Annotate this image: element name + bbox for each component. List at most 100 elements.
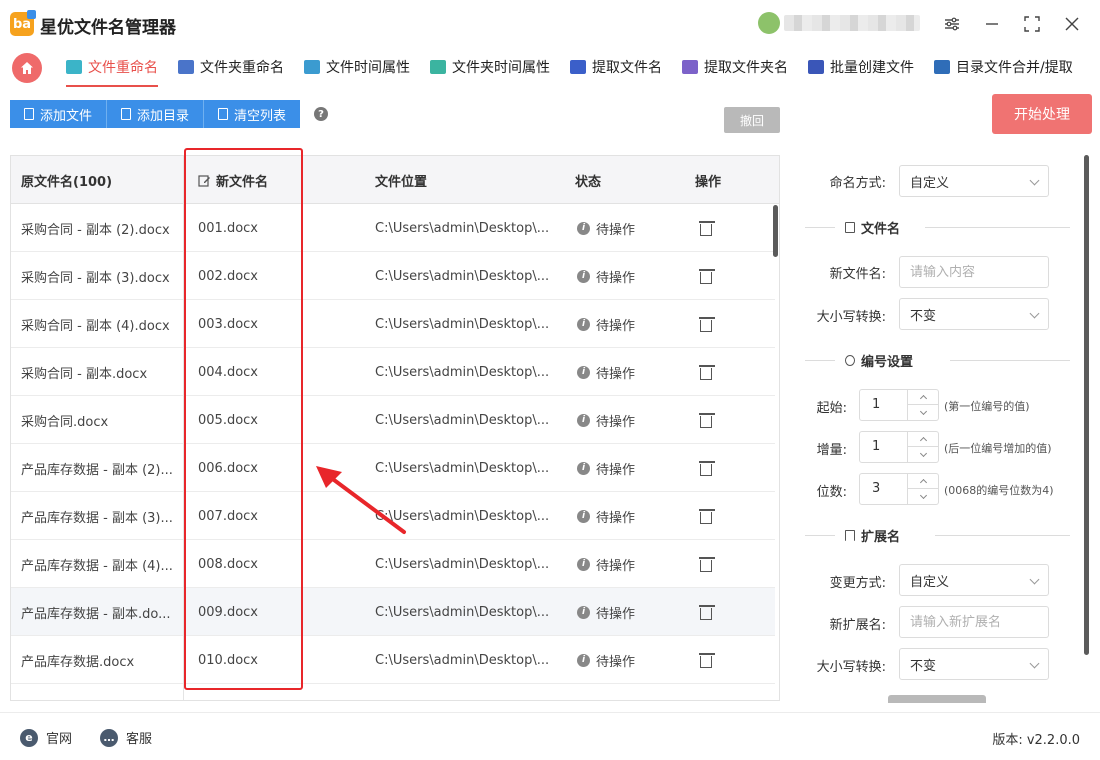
header-original-name[interactable]: 原文件名(100): [21, 156, 112, 204]
add-file-button[interactable]: 添加文件: [10, 100, 108, 128]
footer: e 官网 … 客服 版本: v2.2.0.0: [0, 712, 1100, 760]
tab-merge-extract[interactable]: 目录文件合并/提取: [934, 54, 1073, 80]
table-row[interactable]: 采购合同.docx 005.docx C:\Users\admin\Desktop\…: [11, 396, 775, 444]
minimize-button[interactable]: [978, 10, 1006, 38]
header-status[interactable]: 状态: [575, 156, 601, 204]
tab-file-rename[interactable]: 文件重命名: [66, 54, 158, 87]
table-header: 原文件名(100) 新文件名 文件位置 状态 操作: [11, 156, 779, 204]
tab-label: 批量创建文件: [830, 60, 914, 76]
step-stepper[interactable]: 1: [859, 431, 939, 463]
undo-button[interactable]: 撤回: [724, 107, 780, 133]
decrement-button[interactable]: [908, 447, 938, 462]
status-text: 待操作: [596, 318, 636, 334]
table-row[interactable]: 产品库存数据 - 副本 (4)... 008.docx C:\Users\admin…: [11, 540, 775, 588]
table-row[interactable]: 采购合同 - 副本.docx 004.docx C:\Users\admin\Des…: [11, 348, 775, 396]
close-button[interactable]: [1058, 10, 1086, 38]
tab-label: 文件夹重命名: [200, 60, 284, 76]
help-icon[interactable]: ?: [314, 107, 328, 121]
status-text: 待操作: [596, 510, 636, 526]
file-location: C:\Users\admin\Desktop\...: [375, 556, 550, 572]
tab-extract-filename[interactable]: 提取文件名: [570, 54, 662, 80]
digits-hint: (0068的编号位数为4): [944, 484, 1054, 497]
file-location: C:\Users\admin\Desktop\...: [375, 220, 550, 236]
new-ext-label: 新扩展名:: [829, 618, 886, 633]
tab-label: 提取文件夹名: [704, 60, 788, 76]
section-title: 编号设置: [861, 355, 914, 370]
delete-button[interactable]: [699, 444, 729, 492]
home-button[interactable]: [12, 53, 42, 83]
table-scrollbar[interactable]: [773, 205, 778, 257]
digits-stepper[interactable]: 3: [859, 473, 939, 505]
delete-button[interactable]: [699, 204, 729, 252]
table-row[interactable]: 采购合同 - 副本 (4).docx 003.docx C:\Users\admin…: [11, 300, 775, 348]
trash-icon: [699, 652, 715, 668]
delete-button[interactable]: [699, 588, 729, 636]
tab-file-time[interactable]: 文件时间属性: [304, 54, 410, 80]
maximize-button[interactable]: [1018, 10, 1046, 38]
extract-filename-icon: [570, 60, 586, 74]
info-icon: i: [577, 365, 590, 379]
ext-case-select[interactable]: 不变: [899, 648, 1049, 680]
website-link[interactable]: e 官网: [20, 728, 72, 747]
info-icon: i: [577, 557, 590, 571]
delete-button[interactable]: [699, 492, 729, 540]
case-convert-select[interactable]: 不变: [899, 298, 1049, 330]
new-extension-input[interactable]: [899, 606, 1049, 638]
chevron-down-icon: [1029, 658, 1040, 669]
status-text: 待操作: [596, 462, 636, 478]
digits-label: 位数:: [816, 485, 847, 500]
tab-folder-rename[interactable]: 文件夹重命名: [178, 54, 284, 80]
header-location[interactable]: 文件位置: [375, 156, 427, 204]
decrement-button[interactable]: [908, 489, 938, 504]
table-row[interactable]: 采购合同 - 副本 (2).docx 001.docx C:\Users\admin…: [11, 204, 775, 252]
trash-icon: [218, 108, 229, 120]
increment-button[interactable]: [908, 474, 938, 489]
delete-button[interactable]: [699, 252, 729, 300]
status-text: 待操作: [596, 270, 636, 286]
info-icon: i: [577, 221, 590, 235]
tab-batch-create[interactable]: 批量创建文件: [808, 54, 914, 80]
table-row[interactable]: 产品库存数据 - 副本.do... 009.docx C:\Users\admin\…: [11, 588, 775, 636]
toolbar: 添加文件 添加目录 清空列表: [10, 100, 301, 128]
timer-icon: [845, 355, 855, 366]
file-location: C:\Users\admin\Desktop\...: [375, 412, 550, 428]
avatar[interactable]: [758, 12, 780, 34]
ext-mode-select[interactable]: 自定义: [899, 564, 1049, 596]
table-row-partial[interactable]: [11, 684, 775, 700]
settings-panel: 命名方式: 自定义 文件名 新文件名: 大小写转换: 不变 编号设置 起始: 1…: [790, 155, 1090, 701]
clear-list-button[interactable]: 清空列表: [204, 100, 301, 128]
delete-button[interactable]: [699, 300, 729, 348]
start-processing-button[interactable]: 开始处理: [992, 94, 1092, 134]
delete-button[interactable]: [699, 636, 729, 684]
file-location: C:\Users\admin\Desktop\...: [375, 604, 550, 620]
original-filename: 产品库存数据 - 副本 (4)...: [21, 558, 173, 574]
tab-extract-foldername[interactable]: 提取文件夹名: [682, 54, 788, 80]
start-stepper[interactable]: 1: [859, 389, 939, 421]
user-account[interactable]: [758, 12, 920, 34]
select-value: 不变: [910, 308, 937, 324]
naming-mode-select[interactable]: 自定义: [899, 165, 1049, 197]
section-title: 文件名: [861, 222, 901, 237]
increment-button[interactable]: [908, 390, 938, 405]
file-location: C:\Users\admin\Desktop\...: [375, 268, 550, 284]
select-value: 自定义: [910, 574, 950, 590]
version-label: 版本: v2.2.0.0: [992, 733, 1080, 748]
new-filename-input[interactable]: [899, 256, 1049, 288]
delete-button[interactable]: [699, 396, 729, 444]
batch-create-icon: [808, 60, 824, 74]
status-text: 待操作: [596, 222, 636, 238]
delete-button[interactable]: [699, 348, 729, 396]
delete-button[interactable]: [699, 540, 729, 588]
decrement-button[interactable]: [908, 405, 938, 420]
support-link[interactable]: … 客服: [100, 728, 152, 747]
settings-icon[interactable]: [938, 10, 966, 38]
panel-hidden-button[interactable]: [888, 695, 986, 703]
status-cell: i 待操作: [577, 396, 677, 444]
app-logo-icon: ba: [10, 10, 36, 36]
increment-button[interactable]: [908, 432, 938, 447]
table-row[interactable]: 产品库存数据.docx 010.docx C:\Users\admin\Deskto…: [11, 636, 775, 684]
table-row[interactable]: 采购合同 - 副本 (3).docx 002.docx C:\Users\admin…: [11, 252, 775, 300]
tab-folder-time[interactable]: 文件夹时间属性: [430, 54, 550, 80]
panel-scrollbar[interactable]: [1084, 155, 1089, 655]
add-directory-button[interactable]: 添加目录: [107, 100, 205, 128]
